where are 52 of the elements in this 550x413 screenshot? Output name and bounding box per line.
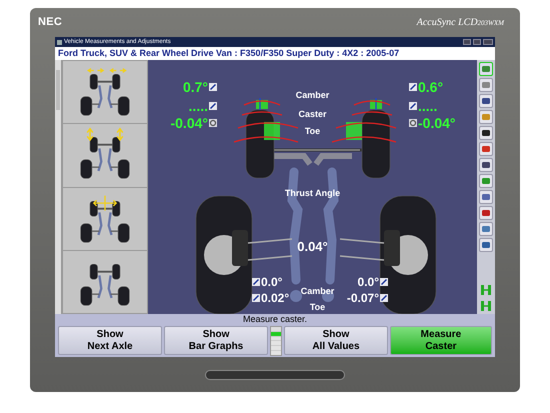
action-button[interactable]: Show Next Axle [58, 326, 162, 355]
thrust-angle-value: 0.04° [297, 239, 328, 254]
toolbar-icon[interactable] [479, 126, 493, 140]
adjust-icon [252, 294, 260, 302]
app-icon [57, 40, 62, 44]
control-arm-drawing [247, 238, 293, 261]
gear-icon [209, 119, 217, 127]
measurement-value: 0.7° [182, 80, 208, 94]
gear-icon [409, 119, 417, 127]
measurement-value: -0.04° [418, 116, 456, 130]
toolbar-icon[interactable] [479, 94, 493, 108]
monitor-control-buttons[interactable] [205, 370, 345, 380]
measurement-label: Toe [304, 126, 320, 136]
measurement-value: 0.0° [358, 276, 379, 288]
status-message: Measure caster. [242, 313, 308, 326]
adjust-icon [409, 102, 417, 110]
measurement-value: ..... [418, 99, 438, 113]
measurement-label: Camber [300, 286, 334, 296]
measurement-value: 0.0° [261, 276, 282, 288]
control-arm-drawing [339, 238, 385, 261]
adjust-icon [380, 278, 388, 286]
tolerance-arcs-drawing [331, 100, 397, 143]
action-button[interactable]: Measure Caster [390, 326, 492, 355]
tolerance-arcs-drawing [233, 100, 299, 143]
measurement-label: Camber [296, 90, 330, 100]
adjust-icon [380, 294, 388, 302]
measurement-value: ..... [188, 99, 208, 113]
view-thumbnail[interactable] [63, 61, 147, 124]
brand-logo: NEC [38, 15, 62, 30]
adjust-icon [409, 83, 417, 91]
minimize-button[interactable] [463, 39, 471, 45]
thrust-angle-label: Thrust Angle [284, 188, 340, 198]
view-thumbnail[interactable] [63, 124, 147, 186]
measurement-value: -0.04° [170, 116, 208, 130]
measurement-label: Caster [298, 109, 326, 119]
adjust-icon [209, 102, 217, 110]
adjust-icon [252, 278, 260, 286]
measurement-label: Toe [310, 302, 326, 312]
action-button[interactable]: Show All Values [284, 326, 388, 355]
view-thumbnail[interactable] [63, 188, 147, 250]
toolbar-icon[interactable] [479, 158, 493, 172]
close-button[interactable] [483, 39, 493, 45]
level-meter-icon [270, 326, 282, 356]
measurement-value: 0.02° [261, 292, 290, 304]
vehicle-header: Ford Truck, SUV & Rear Wheel Drive Van : F350/F350 Super Duty : 4X2 : 2005-07 [58, 46, 400, 60]
adjust-icon [209, 83, 217, 91]
measurement-value: -0.07° [346, 292, 379, 304]
action-button[interactable]: Show Bar Graphs [164, 326, 268, 355]
measurement-value: 0.6° [418, 80, 444, 94]
maximize-button[interactable] [473, 39, 481, 45]
scrollbar[interactable] [55, 60, 62, 314]
view-thumbnail[interactable] [63, 250, 147, 313]
